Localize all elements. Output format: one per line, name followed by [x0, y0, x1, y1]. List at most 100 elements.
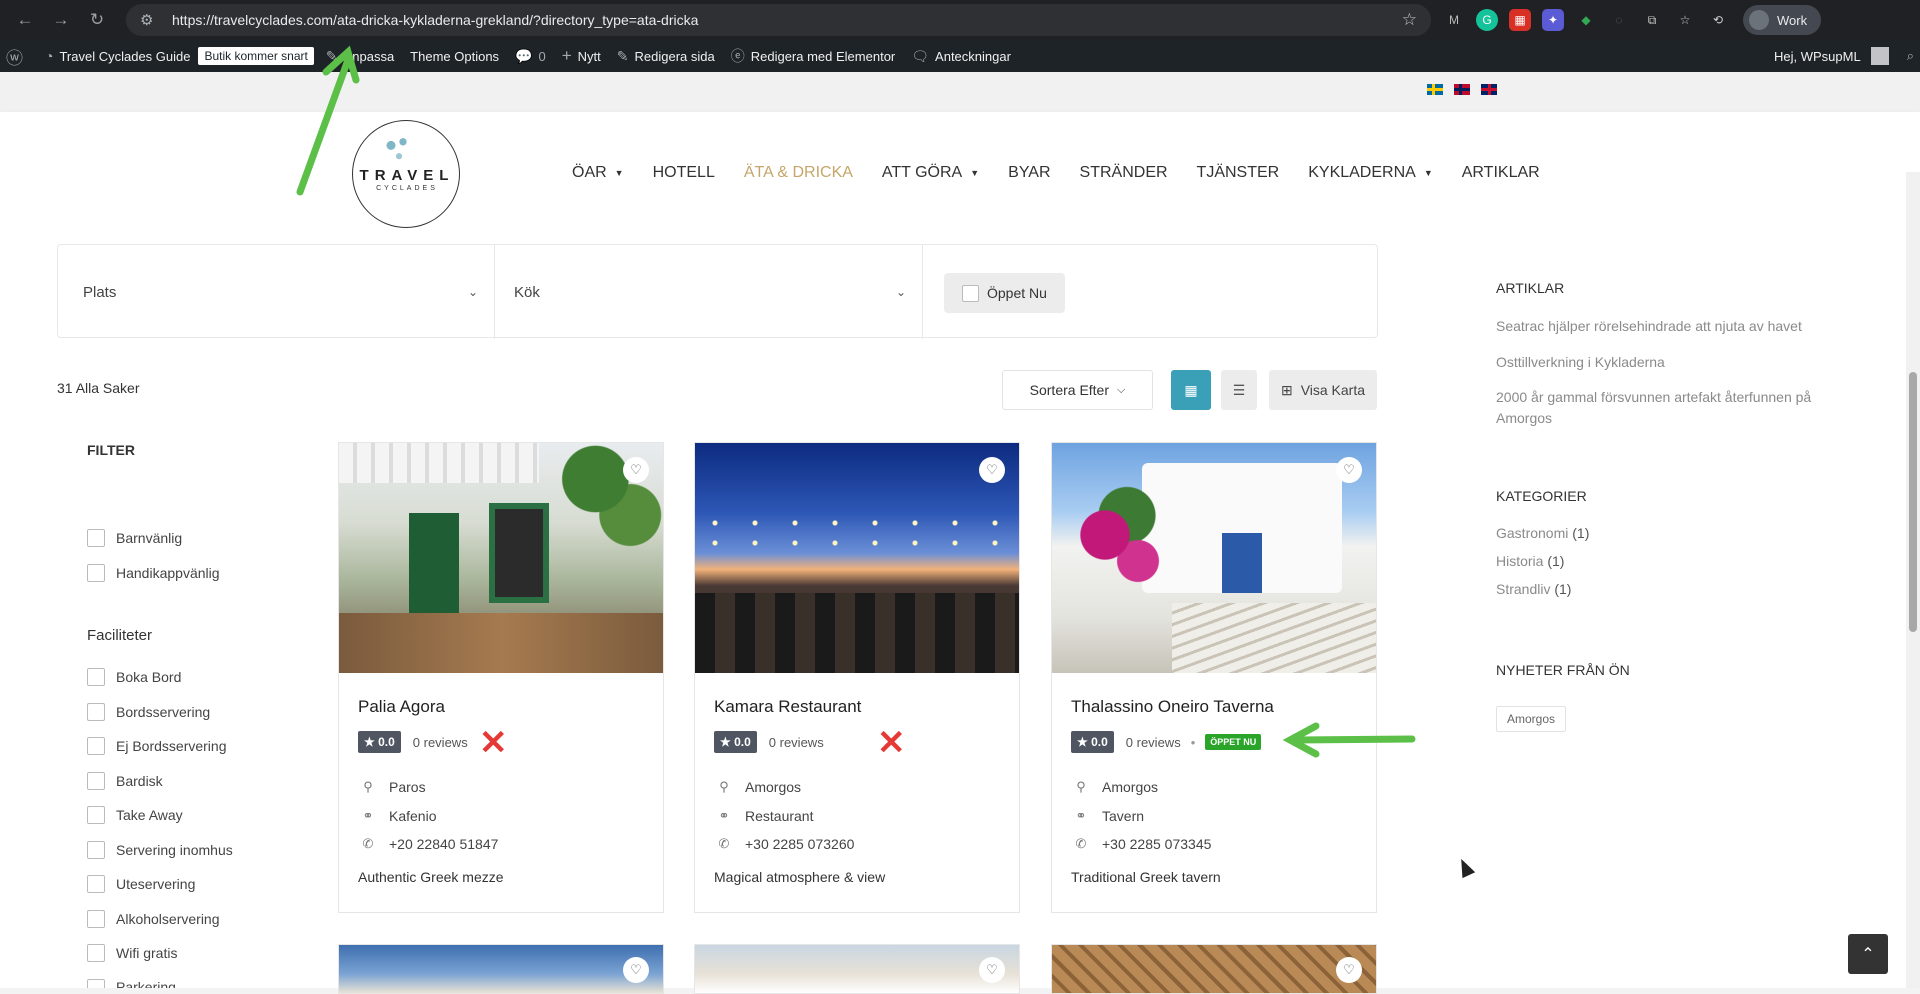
profile-button[interactable]: Work [1743, 5, 1822, 35]
menu-item-strander[interactable]: STRÄNDER [1080, 164, 1168, 182]
facility-option[interactable]: Boka Bord [87, 668, 181, 686]
page-scrollbar[interactable] [1906, 172, 1920, 988]
tag-chip[interactable]: Amorgos [1496, 706, 1567, 732]
edit-elementor-link[interactable]: ⓔ Redigera med Elementor [731, 40, 896, 72]
kitchen-select[interactable]: Kök ⌄ [495, 245, 923, 339]
user-greeting[interactable]: Hej, WPsupML [1774, 49, 1861, 64]
extension-calendar-icon[interactable]: ▦ [1509, 9, 1531, 31]
filter-checkbox[interactable] [87, 564, 105, 582]
notes-link[interactable]: 🗨 Anteckningar [911, 40, 1011, 72]
facility-checkbox[interactable] [87, 875, 105, 893]
listing-card-preview[interactable]: ♡ [338, 944, 664, 994]
forward-icon[interactable]: → [46, 5, 76, 35]
site-settings-icon[interactable]: ⚙ [140, 11, 164, 29]
extension-grammarly-icon[interactable]: G [1476, 9, 1498, 31]
bookmarks-icon[interactable]: ☆ [1674, 9, 1696, 31]
listing-photo[interactable]: ♡ [339, 443, 663, 673]
open-now-checkbox[interactable] [962, 284, 979, 302]
listing-card[interactable]: ♡ Kamara Restaurant ★ 0.0 0 reviews ✕ ⚲ Am… [694, 442, 1020, 913]
listing-title[interactable]: Thalassino Oneiro Taverna [1071, 697, 1274, 717]
listing-card-preview[interactable]: ♡ [1051, 944, 1377, 994]
extension-gray-icon[interactable]: ◌ [1608, 9, 1630, 31]
favorite-heart-icon[interactable]: ♡ [1336, 957, 1362, 983]
reload-icon[interactable]: ↻ [82, 5, 112, 35]
bookmark-star-icon[interactable]: ☆ [1402, 10, 1417, 30]
listing-phone[interactable]: ✆ +20 22840 51847 [358, 836, 499, 852]
facility-option[interactable]: Bordsservering [87, 703, 210, 721]
menu-item-byar[interactable]: BYAR [1008, 164, 1050, 182]
admin-search-icon[interactable]: ⌕ [1907, 48, 1914, 64]
open-now-toggle[interactable]: Öppet Nu [944, 273, 1065, 313]
facility-checkbox[interactable] [87, 841, 105, 859]
article-link[interactable]: 2000 år gammal försvunnen artefakt återf… [1496, 387, 1836, 429]
facility-checkbox[interactable] [87, 806, 105, 824]
article-link[interactable]: Osttillverkning i Kykladerna [1496, 352, 1836, 373]
listing-title[interactable]: Palia Agora [358, 697, 445, 717]
article-link[interactable]: Seatrac hjälper rörelsehindrade att njut… [1496, 316, 1836, 337]
listing-phone[interactable]: ✆ +30 2285 073260 [714, 836, 855, 852]
facility-option[interactable]: Take Away [87, 806, 183, 824]
back-to-top-button[interactable]: ⌃ [1848, 934, 1888, 974]
listing-photo[interactable]: ♡ [695, 443, 1019, 673]
show-map-button[interactable]: ⊞ Visa Karta [1269, 370, 1377, 410]
site-name[interactable]: ◔ Travel Cyclades Guide Butik kommer snart [45, 40, 314, 72]
flag-norwegian-icon[interactable] [1454, 84, 1470, 95]
favorite-heart-icon[interactable]: ♡ [1336, 457, 1362, 483]
facility-checkbox[interactable] [87, 737, 105, 755]
favorite-heart-icon[interactable]: ♡ [623, 957, 649, 983]
facility-checkbox[interactable] [87, 910, 105, 928]
extensions-puzzle-icon[interactable]: ⧉ [1641, 9, 1663, 31]
facility-checkbox[interactable] [87, 668, 105, 686]
listing-photo[interactable]: ♡ [1052, 443, 1376, 673]
sort-dropdown[interactable]: Sortera Efter ⌵ [1002, 370, 1153, 410]
favorite-heart-icon[interactable]: ♡ [623, 457, 649, 483]
facility-option[interactable]: Bardisk [87, 772, 163, 790]
flag-english-icon[interactable] [1481, 84, 1497, 95]
filter-option[interactable]: Barnvänlig [87, 529, 182, 547]
extension-purple-icon[interactable]: ✦ [1542, 9, 1564, 31]
theme-options-link[interactable]: Theme Options [410, 40, 499, 72]
extension-m-icon[interactable]: M [1443, 9, 1465, 31]
listing-card[interactable]: ♡ Palia Agora ★ 0.0 0 reviews ✕ ⚲ Paros ⚭ K… [338, 442, 664, 913]
menu-item-artiklar[interactable]: ARTIKLAR [1462, 164, 1540, 182]
menu-item-att-gora[interactable]: ATT GÖRA ▼ [882, 164, 979, 182]
listing-title[interactable]: Kamara Restaurant [714, 697, 861, 717]
facility-option[interactable]: Parkering [87, 979, 176, 988]
listing-card-preview[interactable]: ♡ [694, 944, 1020, 994]
menu-item-kykladerna[interactable]: KYKLADERNA ▼ [1308, 164, 1433, 182]
menu-item-hotell[interactable]: HOTELL [653, 164, 715, 182]
place-select[interactable]: Plats ⌄ [58, 245, 495, 339]
comments-link[interactable]: 💬 0 [515, 40, 546, 72]
extension-green-icon[interactable]: ◆ [1575, 9, 1597, 31]
user-avatar[interactable] [1870, 47, 1889, 65]
facility-checkbox[interactable] [87, 772, 105, 790]
back-icon[interactable]: ← [10, 5, 40, 35]
list-view-button[interactable]: ☰ [1221, 370, 1257, 410]
listing-card[interactable]: ♡ Thalassino Oneiro Taverna ★ 0.0 0 revie… [1051, 442, 1377, 913]
facility-checkbox[interactable] [87, 703, 105, 721]
category-link[interactable]: Strandliv (1) [1496, 579, 1836, 600]
facility-option[interactable]: Ej Bordsservering [87, 737, 227, 755]
customize-link[interactable]: ✎ Anpassa [326, 40, 394, 72]
menu-item-tjanster[interactable]: TJÄNSTER [1197, 164, 1280, 182]
filter-checkbox[interactable] [87, 529, 105, 547]
history-icon[interactable]: ⟲ [1707, 9, 1729, 31]
url-text[interactable]: https://travelcyclades.com/ata-dricka-ky… [172, 12, 1402, 28]
facility-checkbox[interactable] [87, 944, 105, 962]
menu-item-oar[interactable]: ÖAR ▼ [572, 164, 624, 182]
facility-checkbox[interactable] [87, 979, 105, 988]
filter-option[interactable]: Handikappvänlig [87, 564, 220, 582]
new-link[interactable]: + Nytt [562, 40, 601, 72]
facility-option[interactable]: Servering inomhus [87, 841, 233, 859]
site-logo[interactable]: TRAVEL CYCLADES [352, 120, 460, 228]
category-link[interactable]: Historia (1) [1496, 551, 1836, 572]
facility-option[interactable]: Uteservering [87, 875, 195, 893]
favorite-heart-icon[interactable]: ♡ [979, 457, 1005, 483]
facility-option[interactable]: Alkoholservering [87, 910, 220, 928]
wp-logo[interactable]: ⓦ [6, 40, 29, 72]
listing-phone[interactable]: ✆ +30 2285 073345 [1071, 836, 1212, 852]
address-bar[interactable]: ⚙ https://travelcyclades.com/ata-dricka-… [126, 4, 1431, 36]
menu-item-ata-dricka[interactable]: ÄTA & DRICKA [744, 164, 853, 182]
scrollbar-thumb[interactable] [1909, 372, 1917, 632]
grid-view-button[interactable]: ▦ [1171, 370, 1211, 410]
